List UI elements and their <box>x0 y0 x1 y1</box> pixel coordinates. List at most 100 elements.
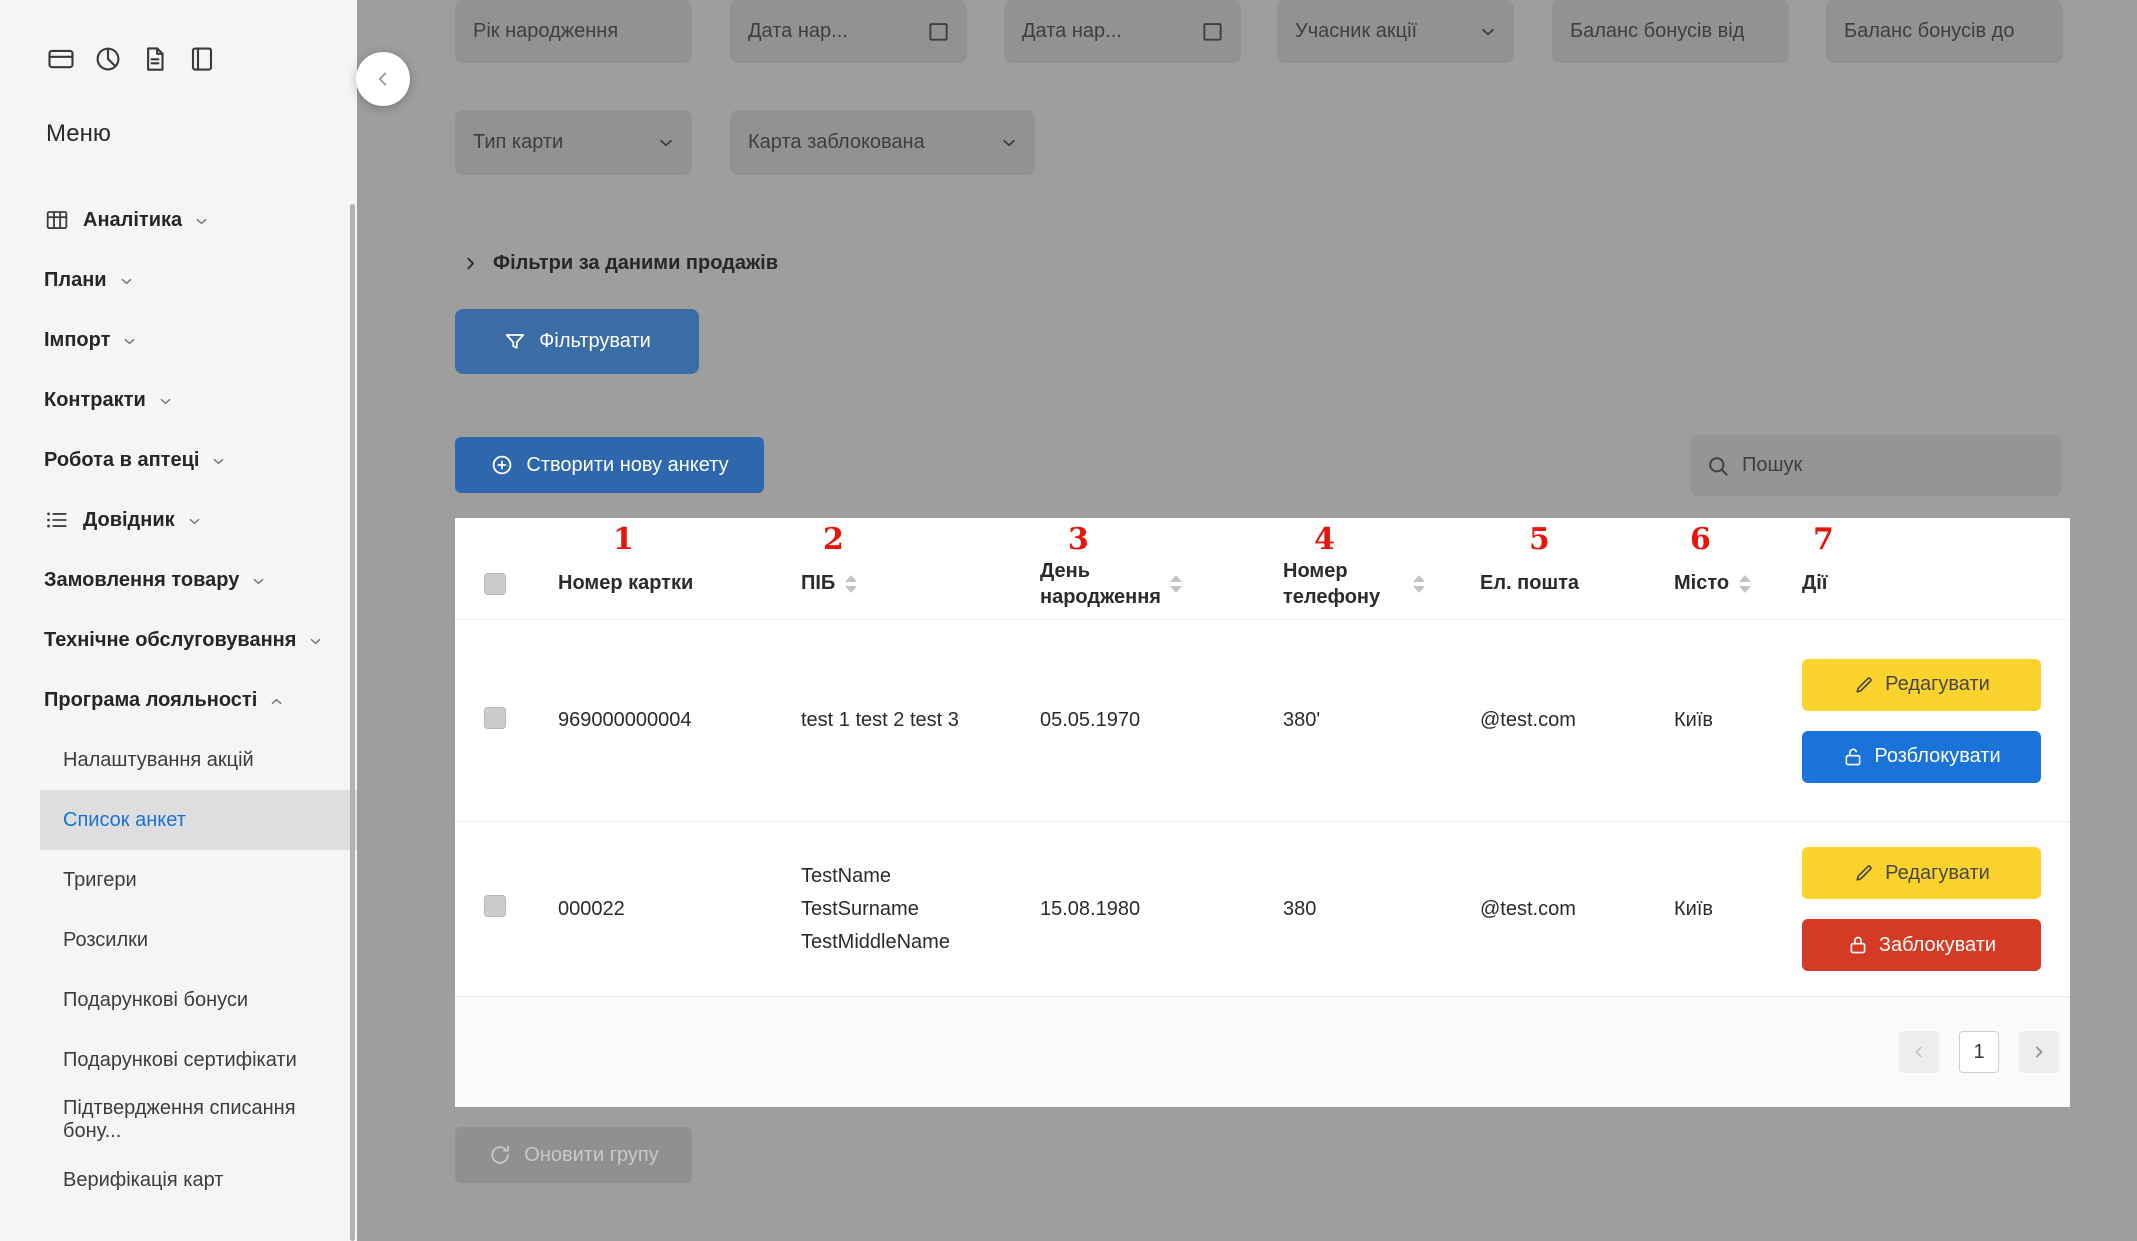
search-input[interactable] <box>1742 454 2046 477</box>
sidebar-item-prohrama-loyalnosti[interactable]: Програма лояльності <box>0 670 357 730</box>
cell-phone: 380 <box>1283 897 1317 920</box>
column-birth-date: День народження <box>1040 558 1283 610</box>
sidebar-subitem-tryhery[interactable]: Тригери <box>0 850 357 910</box>
sidebar-item-label: Програма лояльності <box>44 688 258 711</box>
chevron-down-icon <box>307 633 324 650</box>
pie-chart-icon[interactable] <box>93 44 123 74</box>
sidebar-item-label: Замовлення товару <box>44 568 240 591</box>
table-row: 969000000004 test 1 test 2 test 3 05.05.… <box>455 620 2070 822</box>
select-all-checkbox[interactable] <box>484 572 506 595</box>
sidebar-item-label: Аналітика <box>83 208 183 231</box>
cell-full-name: TestName TestSurname TestMiddleName <box>801 864 950 953</box>
sidebar-item-tekhnichne-obsluhovuvannya[interactable]: Технічне обслуговування <box>0 610 357 670</box>
sort-icon[interactable] <box>1739 574 1752 593</box>
refresh-icon <box>488 1143 512 1167</box>
edit-button[interactable]: Редагувати <box>1802 658 2041 711</box>
sidebar-item-import[interactable]: Імпорт <box>0 310 357 370</box>
filter-button[interactable]: Фільтрувати <box>455 309 699 374</box>
column-phone: Номер телефону <box>1283 558 1480 610</box>
birth-date-to-label: Дата нар... <box>1022 20 1122 42</box>
sidebar-top-icons <box>0 0 357 74</box>
birth-date-to-input[interactable]: Дата нар... <box>1004 0 1241 63</box>
menu-title: Меню <box>46 120 111 147</box>
chevron-down-icon <box>656 133 676 153</box>
bonus-balance-to-input[interactable] <box>1826 0 2063 63</box>
column-card-number: Номер картки <box>558 572 694 594</box>
sidebar-item-dovidnyk[interactable]: Довідник <box>0 490 357 550</box>
card-type-select[interactable]: Тип карти <box>455 110 692 175</box>
create-form-button-label: Створити нову анкету <box>526 453 729 476</box>
list-icon <box>44 507 70 533</box>
promo-participant-select[interactable]: Учасник акції <box>1277 0 1514 63</box>
table-header: 1 2 3 4 5 6 7 Номер картки ПІБ День наро… <box>455 518 2070 620</box>
sort-icon[interactable] <box>1413 574 1425 593</box>
chevron-down-icon <box>210 453 227 470</box>
sidebar-scrollbar[interactable] <box>350 204 355 1241</box>
grid-icon <box>44 207 70 233</box>
pagination-prev-button[interactable] <box>1899 1031 1939 1073</box>
card-icon[interactable] <box>46 44 76 74</box>
sidebar-subitem-spysok-anket[interactable]: Список анкет <box>40 790 357 850</box>
cell-city: Київ <box>1674 709 1714 731</box>
pagination-page-1[interactable]: 1 <box>1959 1031 1999 1073</box>
cell-actions: Редагувати Заблокувати <box>1802 847 2070 971</box>
sidebar-item-analityka[interactable]: Аналітика <box>0 190 357 250</box>
cell-city: Київ <box>1674 897 1714 920</box>
create-form-button[interactable]: Створити нову анкету <box>455 437 764 493</box>
card-type-label: Тип карти <box>473 131 564 153</box>
sidebar-item-label: Технічне обслуговування <box>44 628 297 651</box>
sidebar-subitem-rozsylky[interactable]: Розсилки <box>0 910 357 970</box>
sidebar-subitem-podarunkovi-sertyfikaty[interactable]: Подарункові сертифікати <box>0 1030 357 1090</box>
chevron-left-icon <box>372 68 394 90</box>
file-icon[interactable] <box>140 44 170 74</box>
sidebar-subitem-podarunkovi-bonusy[interactable]: Подарункові бонуси <box>0 970 357 1030</box>
sidebar-item-label: Робота в аптеці <box>44 448 200 471</box>
sidebar-item-robota-v-aptetsi[interactable]: Робота в аптеці <box>0 430 357 490</box>
sidebar-item-plany[interactable]: Плани <box>0 250 357 310</box>
chevron-down-icon <box>157 393 174 410</box>
table-row: 000022 TestName TestSurname TestMiddleNa… <box>455 822 2070 997</box>
annotation-1: 1 <box>613 522 634 557</box>
unlock-icon <box>1842 746 1864 768</box>
bonus-balance-from-input[interactable] <box>1552 0 1789 63</box>
block-button[interactable]: Заблокувати <box>1802 919 2041 971</box>
edit-button[interactable]: Редагувати <box>1802 847 2041 899</box>
pencil-icon <box>1853 674 1875 696</box>
cell-actions: Редагувати Розблокувати <box>1802 658 2070 783</box>
chevron-down-icon <box>118 273 135 290</box>
annotation-6: 6 <box>1690 522 1711 557</box>
sidebar-collapse-button[interactable] <box>356 52 410 106</box>
sort-icon[interactable] <box>1170 574 1182 593</box>
sidebar-subitem-pidtverdzhennya-spysannya[interactable]: Підтвердження списання бону... <box>0 1090 357 1150</box>
row-checkbox[interactable] <box>484 706 506 729</box>
chevron-right-icon <box>2030 1043 2048 1061</box>
sidebar-item-label: Імпорт <box>44 328 111 351</box>
sidebar-item-label: Контракти <box>44 388 146 411</box>
calendar-icon <box>926 19 951 44</box>
sidebar-item-kontrakty[interactable]: Контракти <box>0 370 357 430</box>
card-blocked-select[interactable]: Карта заблокована <box>730 110 1035 175</box>
sidebar-item-label: Плани <box>44 268 107 291</box>
pagination-next-button[interactable] <box>2019 1031 2059 1073</box>
column-email: Ел. пошта <box>1480 572 1580 594</box>
birth-year-input[interactable] <box>455 0 692 63</box>
chevron-right-icon <box>461 254 480 273</box>
sidebar-subitem-nalashtuvannya-aktsiy[interactable]: Налаштування акцій <box>0 730 357 790</box>
pencil-icon <box>1853 862 1875 884</box>
cell-card-number: 969000000004 <box>558 709 692 731</box>
column-full-name: ПІБ <box>801 572 1040 595</box>
row-checkbox[interactable] <box>484 895 506 917</box>
funnel-icon <box>503 330 527 354</box>
lock-icon <box>1847 934 1869 956</box>
update-group-button[interactable]: Оновити групу <box>455 1127 692 1183</box>
cell-email: @test.com <box>1480 897 1576 920</box>
unblock-button[interactable]: Розблокувати <box>1802 730 2041 783</box>
sales-filters-toggle[interactable]: Фільтри за даними продажів <box>461 245 778 281</box>
annotation-3: 3 <box>1068 522 1089 557</box>
sidebar-item-zamovlennya-tovaru[interactable]: Замовлення товару <box>0 550 357 610</box>
book-icon[interactable] <box>187 44 217 74</box>
birth-date-from-input[interactable]: Дата нар... <box>730 0 967 63</box>
sort-icon[interactable] <box>845 574 858 593</box>
search-box <box>1690 435 2062 496</box>
sidebar-subitem-veryfikatsiya-kart[interactable]: Верифікація карт <box>0 1150 357 1210</box>
